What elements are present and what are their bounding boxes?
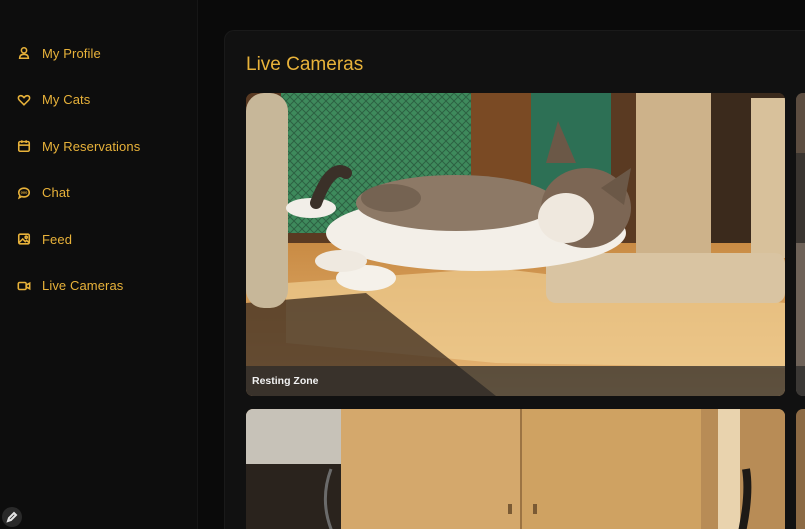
- image-icon: [16, 231, 32, 247]
- camera-feed-image: [246, 93, 785, 396]
- app-window: My Profile My Cats My Reservations Chat: [0, 0, 805, 529]
- sidebar-item-chat[interactable]: Chat: [16, 170, 196, 217]
- camera-feed[interactable]: [796, 409, 805, 529]
- camera-feed[interactable]: [796, 93, 805, 396]
- video-camera-icon: [16, 278, 32, 294]
- sidebar-item-my-cats[interactable]: My Cats: [16, 77, 196, 124]
- calendar-icon: [16, 138, 32, 154]
- sidebar-item-label: My Profile: [42, 45, 101, 61]
- camera-feed-image: [246, 409, 785, 529]
- heart-icon: [16, 92, 32, 108]
- page-title: Live Cameras: [246, 54, 364, 75]
- edit-icon[interactable]: [2, 507, 22, 527]
- sidebar-item-label: Feed: [42, 231, 73, 247]
- sidebar-item-my-reservations[interactable]: My Reservations: [16, 123, 196, 170]
- camera-label: Resting Zone: [246, 366, 785, 396]
- camera-feed-resting-zone[interactable]: Resting Zone: [246, 93, 785, 396]
- camera-label: [796, 366, 805, 396]
- main-content: Live Cameras Resting Zone: [198, 0, 805, 529]
- sidebar-nav: My Profile My Cats My Reservations Chat: [16, 30, 196, 309]
- sidebar-item-label: My Cats: [42, 92, 91, 108]
- chat-bubble-icon: [16, 185, 32, 201]
- user-icon: [16, 45, 32, 61]
- sidebar-item-label: Live Cameras: [42, 278, 124, 294]
- sidebar-item-label: Chat: [42, 185, 70, 201]
- sidebar-item-label: My Reservations: [42, 138, 141, 154]
- sidebar-item-live-cameras[interactable]: Live Cameras: [16, 263, 196, 310]
- sidebar: My Profile My Cats My Reservations Chat: [0, 0, 198, 529]
- live-cameras-panel: Live Cameras Resting Zone: [224, 30, 805, 529]
- camera-feed-image: [796, 409, 805, 529]
- sidebar-item-feed[interactable]: Feed: [16, 216, 196, 263]
- camera-feed[interactable]: [246, 409, 785, 529]
- sidebar-item-my-profile[interactable]: My Profile: [16, 30, 196, 77]
- camera-feed-image: [796, 93, 805, 396]
